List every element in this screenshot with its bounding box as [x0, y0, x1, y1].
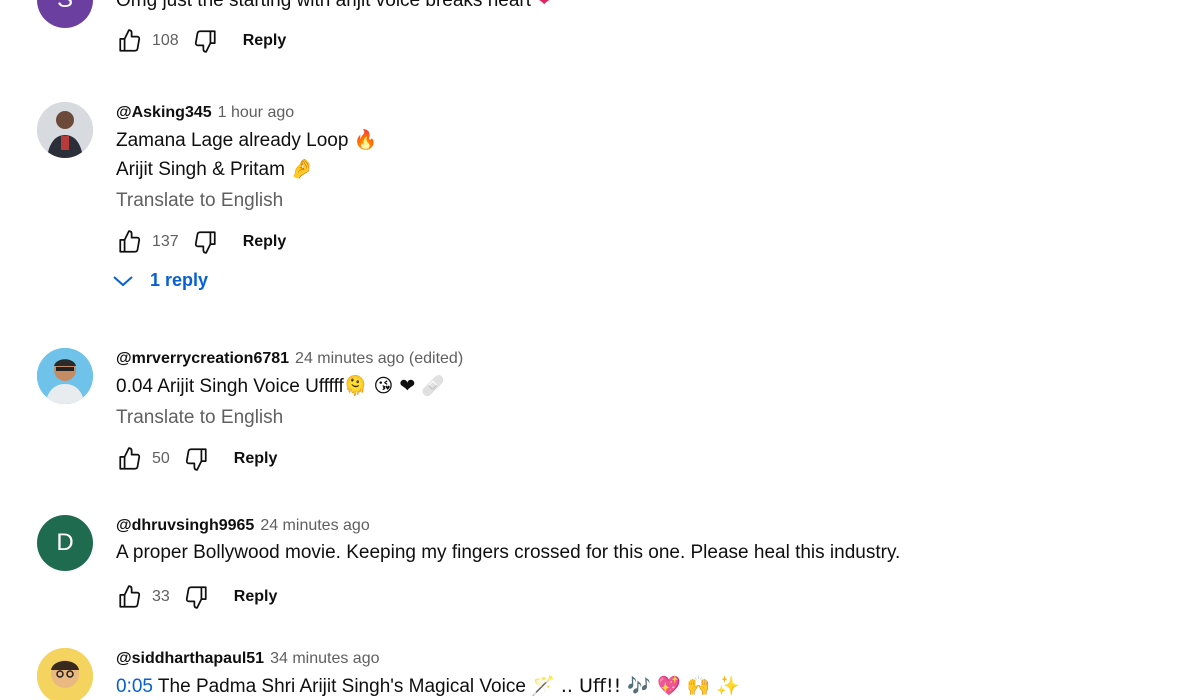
avatar[interactable]: [37, 648, 93, 700]
author-name[interactable]: @Asking345: [116, 104, 212, 122]
translate-link[interactable]: Translate to English: [116, 184, 1160, 218]
avatar[interactable]: S: [37, 0, 93, 28]
dislike-icon[interactable]: [182, 583, 210, 611]
dislike-icon[interactable]: [182, 445, 210, 473]
reply-button[interactable]: Reply: [234, 588, 278, 606]
pinched-fingers-emoji: 🤌: [290, 158, 314, 180]
replies-row: 1 reply: [113, 270, 1160, 293]
chevron-down-icon: [113, 275, 133, 286]
comment-item: @siddharthapaul51 34 minutes ago 0:05 Th…: [0, 648, 1200, 700]
like-count: 137: [152, 233, 179, 250]
like-count: 108: [152, 32, 179, 49]
comment-time[interactable]: 1 hour ago: [218, 104, 295, 122]
reply-button[interactable]: Reply: [243, 233, 287, 251]
avatar[interactable]: D: [37, 515, 93, 571]
comment-text: 0:05 The Padma Shri Arijit Singh's Magic…: [116, 675, 741, 697]
avatar-photo-icon: [37, 648, 93, 700]
comment-time[interactable]: 24 minutes ago: [260, 517, 369, 535]
comment-header: @mrverrycreation6781 24 minutes ago (edi…: [116, 350, 1160, 370]
dislike-icon[interactable]: [191, 228, 219, 256]
comment-time[interactable]: 24 minutes ago (edited): [295, 350, 463, 368]
dislike-icon[interactable]: [191, 27, 219, 55]
comment-text: Omg just the starting with arijit voice …: [116, 0, 1160, 15]
author-name[interactable]: @dhruvsingh9965: [116, 517, 254, 535]
reply-button[interactable]: Reply: [243, 32, 287, 50]
reply-button[interactable]: Reply: [234, 450, 278, 468]
avatar[interactable]: [37, 102, 93, 158]
avatar-letter: D: [56, 529, 74, 556]
comment-actions: 137 Reply: [116, 224, 1160, 260]
comment-time[interactable]: 34 minutes ago: [270, 650, 379, 668]
replies-count: 1 reply: [150, 270, 209, 290]
avatar-photo-icon: [37, 102, 93, 158]
comment-item: @Asking345 1 hour ago Zamana Lage alread…: [0, 102, 1200, 322]
like-icon[interactable]: [116, 27, 144, 55]
avatar-letter: S: [57, 0, 73, 14]
like-count: 50: [152, 450, 170, 467]
like-icon[interactable]: [116, 445, 144, 473]
comment-actions: 33 Reply: [116, 579, 1160, 615]
comment-actions: 50 Reply: [116, 441, 1160, 477]
avatar[interactable]: [37, 348, 93, 404]
like-count: 33: [152, 588, 170, 605]
video-timestamp-link[interactable]: 0:05: [116, 676, 153, 697]
emoji-group: 🪄 .. Uff!! 🎶 💖 🙌 ✨: [531, 675, 741, 697]
like-icon[interactable]: [116, 228, 144, 256]
author-name[interactable]: @siddharthapaul51: [116, 650, 264, 668]
view-replies-button[interactable]: 1 reply: [112, 270, 208, 291]
comment-text: A proper Bollywood movie. Keeping my fin…: [116, 542, 901, 563]
like-icon[interactable]: [116, 583, 144, 611]
comment-actions: 108 Reply: [116, 23, 1160, 59]
heart-emoji: ❤: [536, 0, 553, 11]
comment-text: Zamana Lage already Loop 🔥 Arijit Singh …: [116, 129, 378, 180]
comment-header: @dhruvsingh9965 24 minutes ago: [116, 517, 1160, 537]
avatar-photo-icon: [37, 348, 93, 404]
comment-header: @Asking345 1 hour ago: [116, 104, 1160, 124]
translate-link[interactable]: Translate to English: [116, 401, 1160, 435]
fire-emoji: 🔥: [353, 129, 378, 151]
comment-item: @mrverrycreation6781 24 minutes ago (edi…: [0, 348, 1200, 498]
comment-text: 0.04 Arijit Singh Voice Ufffff🫠 😘 ❤ 🩹: [116, 375, 445, 397]
comment-item: S Omg just the starting with arijit voic…: [0, 0, 1200, 82]
comment-item: D @dhruvsingh9965 24 minutes ago A prope…: [0, 515, 1200, 635]
author-name[interactable]: @mrverrycreation6781: [116, 350, 289, 368]
emoji-group: 🫠 😘 ❤ 🩹: [343, 375, 445, 397]
comment-header: @siddharthapaul51 34 minutes ago: [116, 650, 1160, 670]
